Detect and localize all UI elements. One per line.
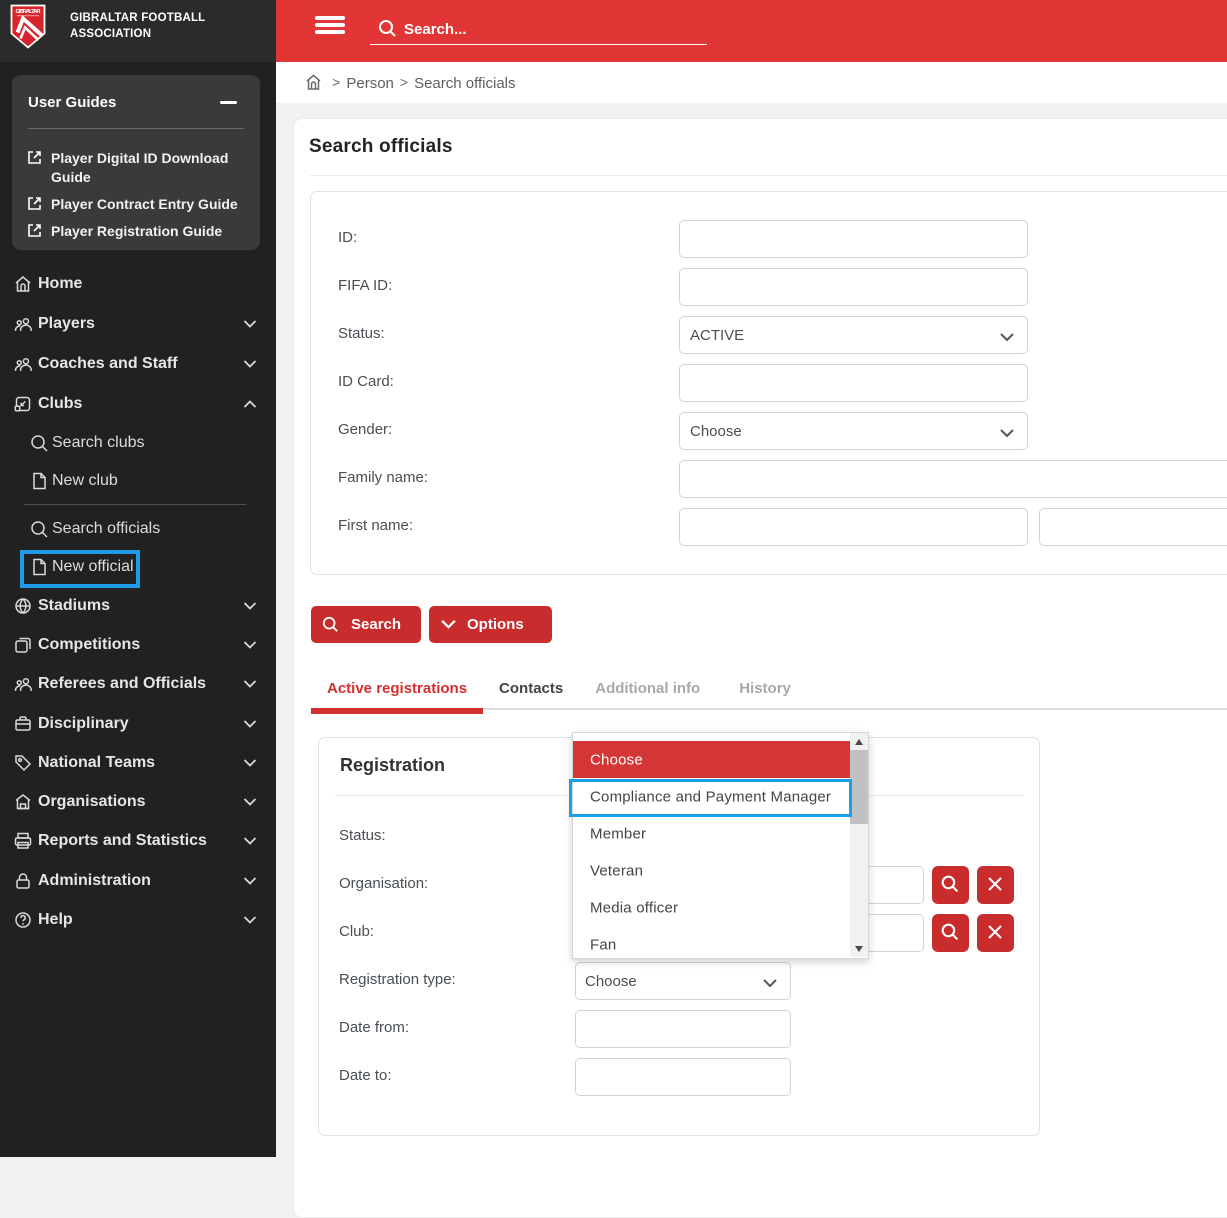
svg-text:GIBRALTAR: GIBRALTAR	[16, 9, 42, 15]
